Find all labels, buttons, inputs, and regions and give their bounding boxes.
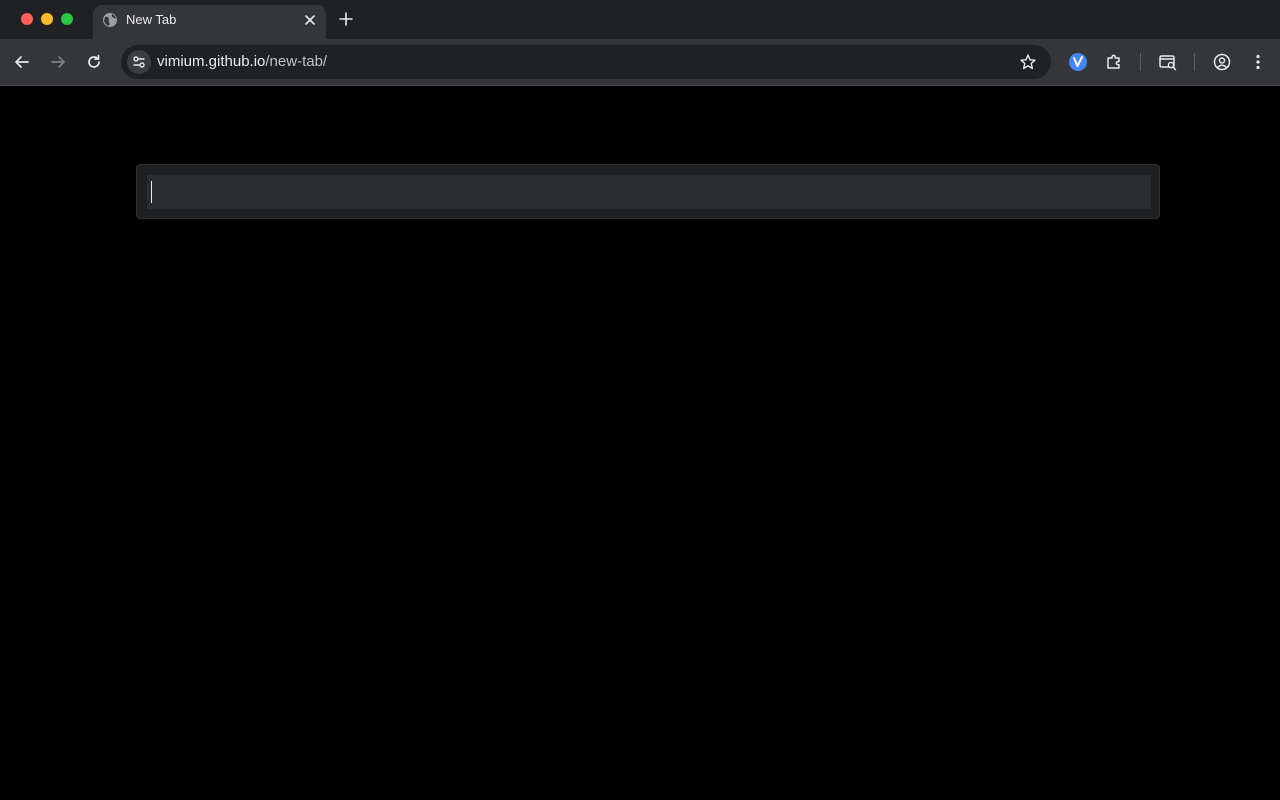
text-caret bbox=[151, 181, 152, 203]
vimium-icon[interactable] bbox=[1069, 53, 1087, 71]
close-icon[interactable] bbox=[302, 12, 318, 28]
url-host: vimium.github.io bbox=[157, 53, 266, 70]
tune-icon[interactable] bbox=[127, 50, 151, 74]
reload-icon[interactable] bbox=[84, 52, 104, 72]
vomnibar-panel bbox=[136, 164, 1160, 219]
vomnibar-search-input[interactable] bbox=[147, 175, 1151, 209]
page-content bbox=[0, 86, 1280, 800]
toolbar-divider bbox=[1194, 53, 1195, 71]
minimize-window-button[interactable] bbox=[41, 13, 53, 25]
maximize-window-button[interactable] bbox=[61, 13, 73, 25]
profile-icon[interactable] bbox=[1212, 52, 1232, 72]
close-window-button[interactable] bbox=[21, 13, 33, 25]
star-icon[interactable] bbox=[1019, 53, 1037, 71]
toolbar-divider bbox=[1140, 53, 1141, 71]
arrow-right-icon[interactable] bbox=[48, 52, 68, 72]
kebab-menu-icon[interactable] bbox=[1248, 52, 1268, 72]
globe-icon bbox=[102, 12, 118, 28]
arrow-left-icon[interactable] bbox=[12, 52, 32, 72]
tab-strip: New Tab bbox=[0, 0, 1280, 39]
puzzle-icon[interactable] bbox=[1104, 52, 1124, 72]
toolbar: vimium.github.io/new-tab/ bbox=[0, 39, 1280, 86]
tab-new-tab[interactable]: New Tab bbox=[93, 5, 326, 39]
url-path: /new-tab/ bbox=[265, 53, 328, 70]
plus-icon[interactable] bbox=[337, 10, 355, 28]
url-text[interactable]: vimium.github.io/new-tab/ bbox=[157, 53, 327, 71]
browser-window: New Tab vimium.github.io/new-tab/ bbox=[0, 0, 1280, 800]
tab-title: New Tab bbox=[126, 12, 177, 27]
tab-search-icon[interactable] bbox=[1158, 52, 1178, 72]
address-bar[interactable]: vimium.github.io/new-tab/ bbox=[121, 45, 1051, 79]
